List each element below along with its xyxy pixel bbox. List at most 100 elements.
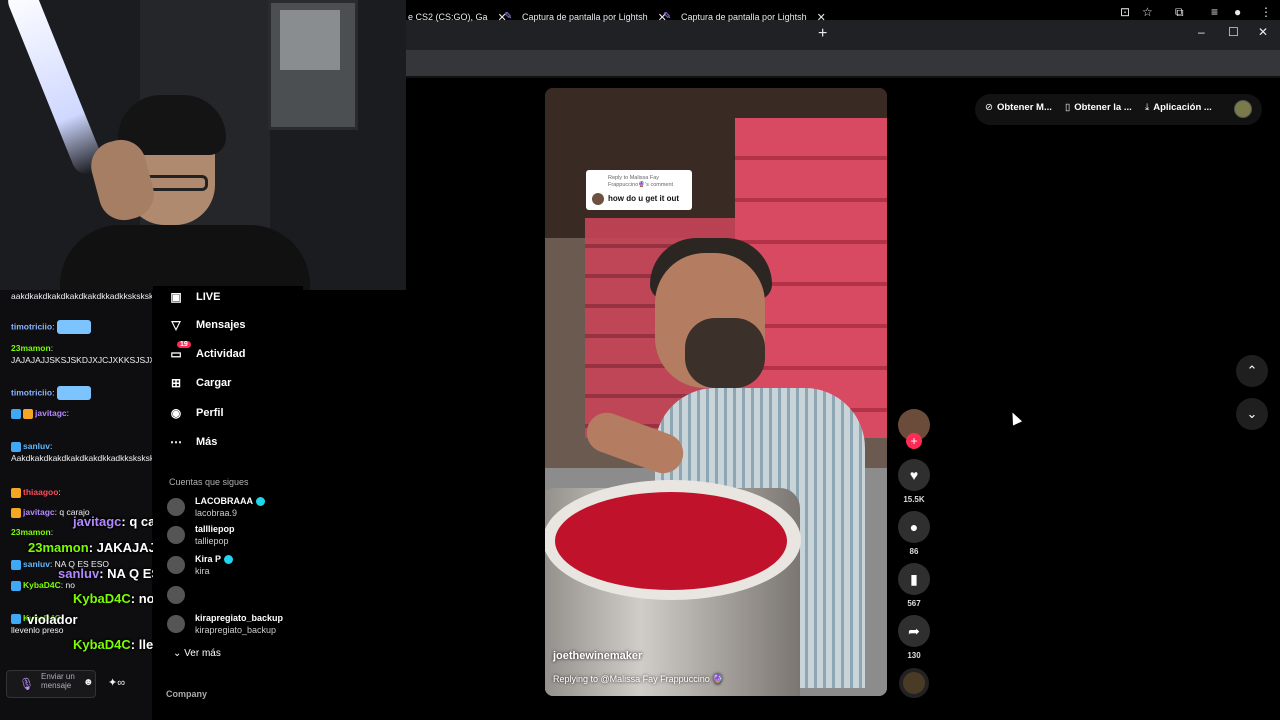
bookmark-star-icon[interactable]: ☆ — [1142, 5, 1153, 19]
new-tab-button[interactable]: + — [818, 25, 827, 43]
share-count: 130 — [907, 651, 921, 660]
emoji-icon[interactable]: ☻ — [83, 677, 94, 688]
media-control-icon[interactable]: ≡ — [1211, 5, 1218, 19]
nav-live[interactable]: ▣ LIVE — [169, 286, 220, 308]
following-account[interactable] — [167, 584, 297, 610]
extensions-icon[interactable]: ⧉ — [1175, 5, 1184, 20]
tab-title: Captura de pantalla por Lightsh — [522, 12, 648, 22]
chevron-down-icon: ⌄ — [1246, 406, 1258, 421]
phone-icon: ▯ — [1065, 102, 1071, 113]
badge-icon — [11, 613, 21, 624]
tab-title: e CS2 (CS:GO), Ga — [408, 12, 488, 22]
overlay-chat-message: violador — [27, 612, 78, 627]
see-more-link[interactable]: ⌄ Ver más — [173, 648, 221, 659]
chevron-up-icon: ⌃ — [1246, 363, 1258, 378]
next-video-button[interactable]: ⌄ — [1236, 398, 1268, 430]
more-icon: ⋯ — [170, 435, 182, 449]
like-action[interactable]: ♥ 15.5K — [898, 459, 930, 504]
nav-activity[interactable]: ▭ 19 Actividad — [169, 341, 246, 365]
chat-emote — [56, 386, 91, 400]
notification-badge: 19 — [177, 341, 191, 348]
avatar — [167, 498, 185, 516]
mouse-cursor — [1007, 410, 1023, 426]
avatar — [167, 526, 185, 544]
profile-icon: ◉ — [170, 406, 182, 420]
video-player[interactable]: Reply to Malissa Fay Frappuccino🔮's comm… — [545, 88, 887, 696]
user-avatar[interactable] — [1234, 100, 1252, 118]
following-account[interactable]: tallliepop talliepop — [167, 524, 297, 550]
bookmark-icon[interactable]: ▮ — [898, 563, 930, 595]
webcam-feed — [0, 0, 406, 290]
chat-message: thiaagoo: — [11, 486, 146, 498]
webcam-window-light — [280, 10, 340, 70]
badge-icon — [23, 408, 33, 419]
music-disc-icon[interactable] — [899, 668, 929, 698]
share-action[interactable]: ➦ 130 — [898, 615, 930, 660]
get-app-button[interactable]: ▯ Obtener la ... — [1065, 102, 1132, 113]
video-author[interactable]: joethewinemaker — [553, 650, 642, 662]
nav-messages[interactable]: ▽ Mensajes — [169, 314, 245, 336]
follow-plus-icon[interactable]: + — [906, 433, 922, 449]
chat-message: aakdkakdkakdkakdkakdkkadkksksksksksfkakf… — [11, 291, 152, 301]
feather-icon: ✎ — [663, 11, 672, 22]
chat-message: 23mamon: JAJAJAJJSKSJSKDJXJCJXKKSJSJXJCV — [11, 343, 152, 365]
download-app-button[interactable]: ⤓ Aplicación ... — [1145, 102, 1212, 113]
following-account[interactable]: Kira P kira — [167, 554, 297, 580]
share-icon[interactable]: ➦ — [898, 615, 930, 647]
tab-close-icon[interactable]: ✕ — [817, 11, 826, 24]
profile-avatar-icon[interactable]: ● — [1234, 5, 1241, 19]
save-count: 567 — [907, 599, 921, 608]
badge-icon — [11, 507, 21, 518]
minimize-button[interactable]: – — [1198, 25, 1205, 39]
comment-action[interactable]: ● 86 — [898, 511, 930, 556]
twitch-chat: aakdkakdkakdkakdkakdkkadkksksksksksfkakf… — [0, 290, 152, 720]
coin-icon: ⊘ — [985, 102, 993, 113]
video-wine — [555, 492, 787, 590]
live-icon: ▣ — [170, 290, 182, 304]
badge-icon — [11, 580, 21, 591]
browser-menu-icon[interactable]: ⋮ — [1260, 5, 1272, 19]
company-footer[interactable]: Company — [166, 689, 207, 699]
badge-icon — [11, 559, 21, 570]
chat-emote — [56, 320, 91, 334]
feather-icon: ✎ — [504, 11, 513, 22]
nav-more[interactable]: ⋯ Más — [169, 431, 217, 453]
download-icon: ⤓ — [1145, 102, 1150, 113]
get-coins-button[interactable]: ⊘ Obtener M... — [985, 102, 1052, 113]
messages-icon: ▽ — [171, 318, 181, 332]
chat-message: timotriciio: — [11, 320, 146, 334]
mic-icon[interactable]: 🎙 — [19, 677, 34, 691]
avatar — [592, 193, 604, 205]
chat-input-placeholder: Enviar un mensaje — [41, 672, 75, 690]
reply-comment-sticker: Reply to Malissa Fay Frappuccino🔮's comm… — [586, 170, 692, 210]
comment-icon[interactable]: ● — [898, 511, 930, 543]
chat-message: javitagc: — [11, 407, 146, 419]
bits-icon[interactable]: ✦∞ — [108, 676, 125, 689]
following-account[interactable]: kirapregiato_backup kirapregiato_backup — [167, 613, 297, 639]
chat-message: sanluv: Aakdkakdkakdkakdkakdkkadkksksksk… — [11, 441, 152, 463]
avatar — [167, 556, 185, 574]
browser-tab[interactable]: ✎ Captura de pantalla por Lightsh ✕ — [496, 4, 675, 30]
chevron-down-icon: ⌄ — [173, 648, 185, 659]
nav-upload[interactable]: ⊞ Cargar — [169, 372, 232, 394]
badge-icon — [11, 487, 21, 498]
nav-profile[interactable]: ◉ Perfil — [169, 402, 224, 424]
close-window-button[interactable]: ✕ — [1258, 25, 1268, 39]
maximize-button[interactable]: ☐ — [1228, 25, 1239, 39]
following-account[interactable]: LACOBRAAA lacobraa.9 — [167, 496, 297, 522]
comment-count: 86 — [909, 547, 919, 556]
verified-icon — [224, 555, 234, 565]
save-action[interactable]: ▮ 567 — [898, 563, 930, 608]
following-heading: Cuentas que sigues — [169, 477, 249, 487]
previous-video-button[interactable]: ⌃ — [1236, 355, 1268, 387]
avatar — [167, 586, 185, 604]
browser-tab[interactable]: ✎ Captura de pantalla por Lightsh ✕ — [655, 4, 834, 30]
verified-icon — [256, 497, 265, 507]
chat-input[interactable]: 🎙 Enviar un mensaje ☻ — [6, 670, 96, 698]
tab-title: Captura de pantalla por Lightsh — [681, 12, 807, 22]
video-person-beard — [685, 318, 765, 388]
install-app-icon[interactable]: ⊡ — [1120, 5, 1130, 19]
top-actions-bar: ⊘ Obtener M... ▯ Obtener la ... ⤓ Aplicació… — [975, 94, 1262, 125]
like-count: 15.5K — [903, 495, 925, 504]
heart-icon[interactable]: ♥ — [898, 459, 930, 491]
